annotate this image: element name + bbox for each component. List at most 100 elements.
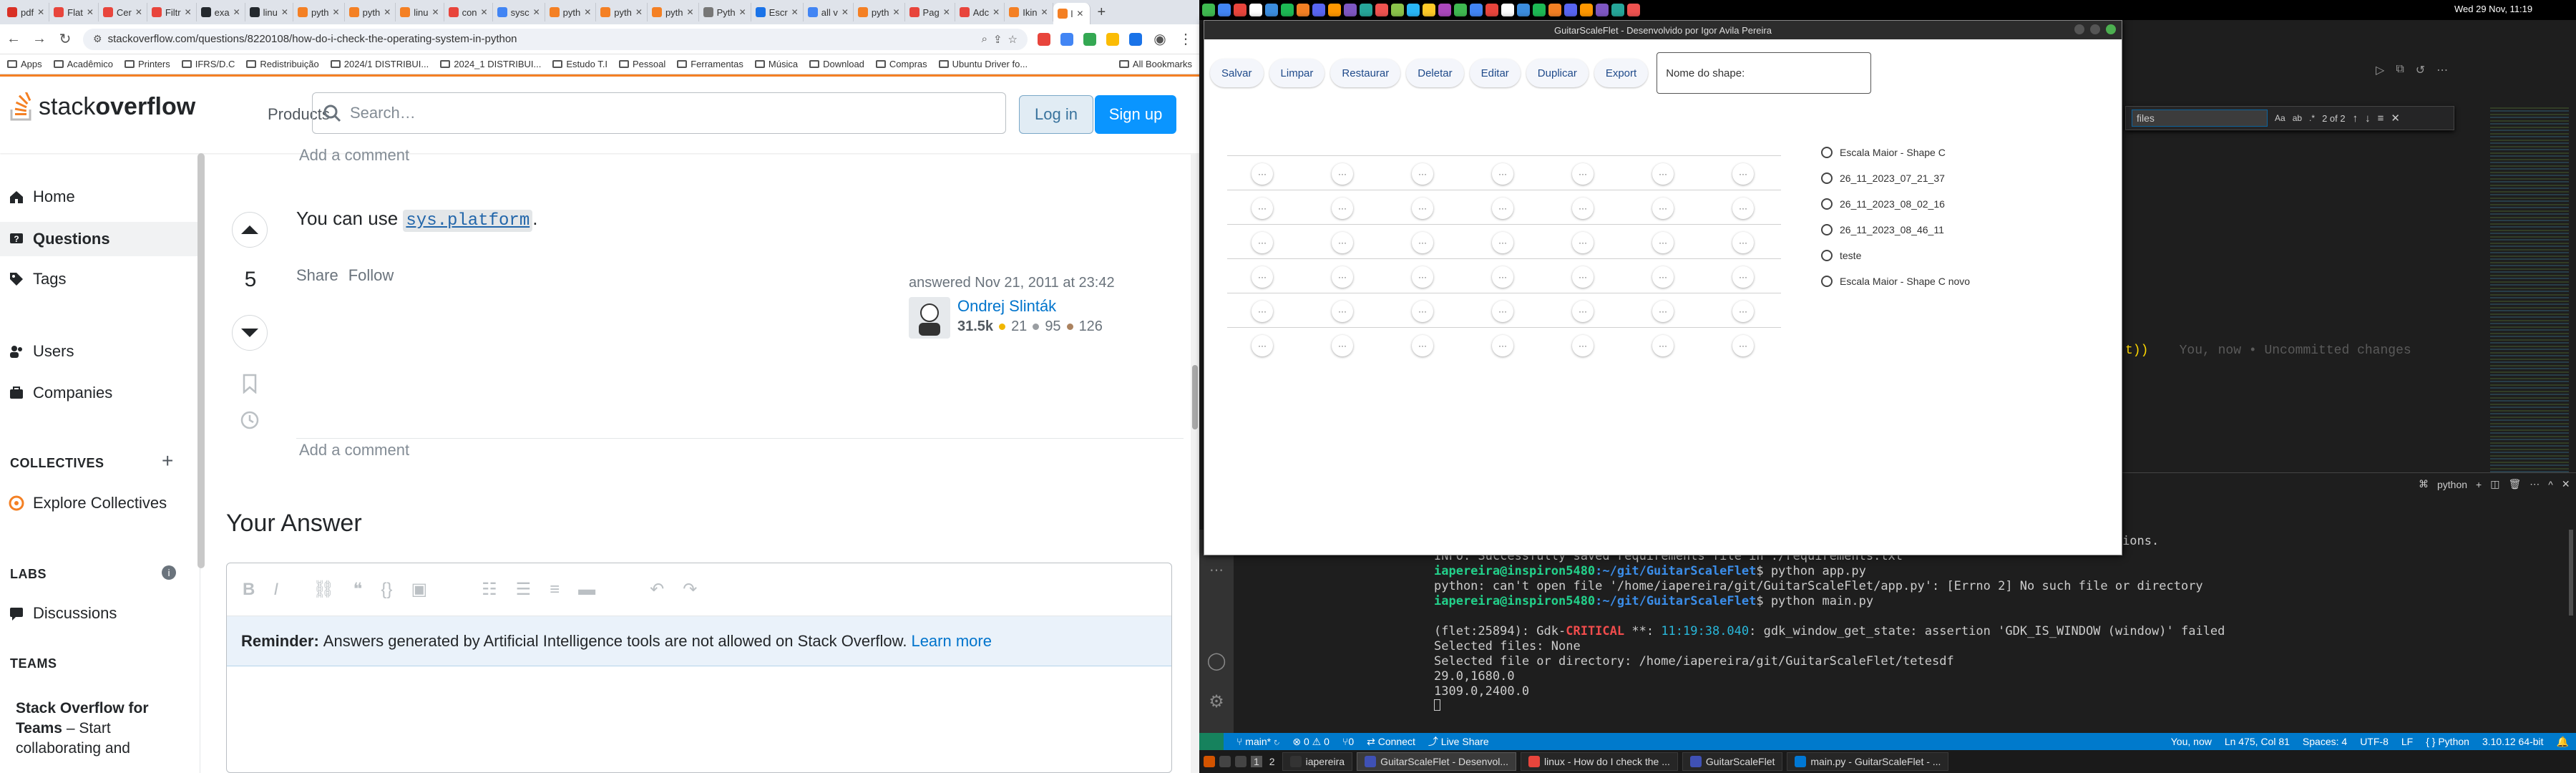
shape-radio[interactable]: 26_11_2023_07_21_37	[1821, 172, 1970, 184]
back-icon[interactable]: ←	[6, 31, 21, 47]
fret-cell-button[interactable]: ···	[1572, 266, 1594, 288]
python-version[interactable]: 3.10.12 64-bit	[2482, 736, 2544, 748]
page-scrollbar[interactable]	[1191, 153, 1199, 773]
url-input[interactable]: ⚙ stackoverflow.com/questions/8220108/ho…	[83, 28, 1028, 50]
tray-app-icon[interactable]	[1501, 4, 1514, 16]
delete-button[interactable]: Deletar	[1406, 59, 1464, 87]
split-terminal-icon[interactable]: ◫	[2490, 478, 2499, 490]
add-collective-icon[interactable]: +	[162, 449, 173, 472]
tray-app-icon[interactable]	[1564, 4, 1577, 16]
bookmark-item[interactable]: Compras	[875, 59, 927, 69]
fret-cell-button[interactable]: ···	[1732, 335, 1754, 356]
horizontal-rule-icon[interactable]: ▬	[578, 580, 595, 600]
tab-close-icon[interactable]: ✕	[37, 7, 44, 17]
terminal-shell-name[interactable]: python	[2437, 479, 2467, 490]
minimize-icon[interactable]	[2074, 24, 2084, 34]
nav-home[interactable]: Home	[9, 188, 75, 206]
more-icon[interactable]: ⋯	[1199, 561, 1234, 579]
bookmark-item[interactable]: Ubuntu Driver fo...	[938, 59, 1028, 69]
ports-indicator[interactable]: ⑂0	[1342, 736, 1354, 747]
tray-app-icon[interactable]	[1265, 4, 1278, 16]
fret-cell-button[interactable]: ···	[1492, 335, 1513, 356]
nav-discussions[interactable]: Discussions	[9, 604, 117, 623]
problems-indicator[interactable]: ⊗ 0 ⚠ 0	[1292, 736, 1330, 748]
workspace-button[interactable]: 1	[1251, 756, 1262, 767]
nav-companies[interactable]: Companies	[9, 384, 112, 402]
fret-cell-button[interactable]: ···	[1652, 198, 1674, 219]
bookmark-icon[interactable]	[242, 374, 258, 394]
browser-tab[interactable]: all v ✕	[804, 3, 854, 21]
fret-cell-button[interactable]: ···	[1412, 163, 1433, 185]
fret-cell-button[interactable]: ···	[1732, 266, 1754, 288]
previous-match-icon[interactable]: ↑	[2353, 112, 2358, 125]
answer-code-link[interactable]: sys.platform	[403, 210, 533, 232]
shape-radio[interactable]: 26_11_2023_08_46_11	[1821, 224, 1970, 235]
shape-radio[interactable]: teste	[1821, 250, 1970, 261]
code-icon[interactable]: {}	[381, 580, 392, 600]
fret-cell-button[interactable]: ···	[1652, 301, 1674, 322]
minimap[interactable]	[2490, 107, 2569, 472]
tab-close-icon[interactable]: ✕	[992, 7, 1000, 17]
browser-tab[interactable]: Cer ✕	[99, 3, 147, 21]
browser-tab[interactable]: l ✕	[1053, 3, 1091, 24]
tray-app-icon[interactable]	[1375, 4, 1388, 16]
bookmark-item[interactable]: 2024/1 DISTRIBUI...	[330, 59, 429, 69]
bookmark-item[interactable]: Redistribuição	[246, 59, 319, 69]
shape-radio[interactable]: Escala Maior - Shape C	[1821, 147, 1970, 158]
link-icon[interactable]: ⛓	[313, 579, 334, 600]
tab-close-icon[interactable]: ✕	[87, 7, 94, 17]
close-icon[interactable]	[2106, 24, 2116, 34]
taskbar-window[interactable]: GuitarScaleFlet - Desenvol...	[1357, 752, 1517, 771]
terminal-scrollbar[interactable]	[2569, 530, 2573, 616]
share-link[interactable]: Share	[296, 266, 338, 285]
tab-close-icon[interactable]: ✕	[281, 7, 288, 17]
tab-close-icon[interactable]: ✕	[584, 7, 591, 17]
tab-close-icon[interactable]: ✕	[185, 7, 192, 17]
fret-cell-button[interactable]: ···	[1332, 198, 1353, 219]
next-match-icon[interactable]: ↓	[2365, 112, 2371, 125]
language-mode[interactable]: { } Python	[2426, 736, 2469, 748]
add-comment-link[interactable]: Add a comment	[299, 146, 409, 165]
sidebar-scrollbar[interactable]	[197, 153, 205, 568]
tray-app-icon[interactable]	[1328, 4, 1341, 16]
fret-cell-button[interactable]: ···	[1412, 198, 1433, 219]
fret-cell-button[interactable]: ···	[1252, 232, 1273, 253]
tab-close-icon[interactable]: ✕	[791, 7, 799, 17]
tray-app-icon[interactable]	[1454, 4, 1467, 16]
unordered-list-icon[interactable]: ☰	[516, 579, 532, 600]
shape-radio[interactable]: 26_11_2023_08_02_16	[1821, 198, 1970, 210]
fret-cell-button[interactable]: ···	[1492, 232, 1513, 253]
profile-icon[interactable]: ◉	[1152, 30, 1168, 48]
find-input[interactable]: files	[2132, 110, 2268, 127]
match-case-icon[interactable]: Aa	[2275, 113, 2285, 123]
avatar[interactable]	[909, 297, 950, 339]
tray-app-icon[interactable]	[1234, 4, 1246, 16]
eol[interactable]: LF	[2401, 736, 2413, 748]
tray-app-icon[interactable]	[1407, 4, 1420, 16]
fret-cell-button[interactable]: ···	[1332, 232, 1353, 253]
nav-users[interactable]: Users	[9, 342, 74, 361]
history-icon[interactable]: ↺	[2416, 63, 2425, 77]
fret-cell-button[interactable]: ···	[1572, 163, 1594, 185]
bookmark-item[interactable]: 2024_1 DISTRIBUI...	[440, 59, 541, 69]
restore-button[interactable]: Restaurar	[1330, 59, 1401, 87]
image-icon[interactable]: ▣	[411, 579, 427, 600]
tray-app-icon[interactable]	[1580, 4, 1593, 16]
browser-tab[interactable]: pyth ✕	[648, 3, 699, 21]
fret-cell-button[interactable]: ···	[1652, 335, 1674, 356]
learn-more-link[interactable]: Learn more	[911, 632, 992, 651]
clear-button[interactable]: Limpar	[1269, 59, 1325, 87]
page-scrollbar-thumb[interactable]	[1192, 365, 1198, 429]
fret-cell-button[interactable]: ···	[1252, 163, 1273, 185]
browser-tab[interactable]: Pyth ✕	[699, 3, 751, 21]
redo-icon[interactable]: ↷	[683, 579, 697, 600]
run-icon[interactable]: ▷	[2376, 63, 2384, 77]
browser-tab[interactable]: Ikin ✕	[1005, 3, 1053, 21]
fret-cell-button[interactable]: ···	[1572, 232, 1594, 253]
browser-tab[interactable]: sysc ✕	[493, 3, 545, 21]
nav-explore-collectives[interactable]: Explore Collectives	[9, 494, 167, 512]
user-name-link[interactable]: Ondrej Slinták	[957, 297, 1103, 316]
live-share-button[interactable]: ⤴ Live Share	[1428, 734, 1489, 749]
cursor-position[interactable]: Ln 475, Col 81	[2225, 736, 2290, 748]
duplicate-button[interactable]: Duplicar	[1526, 59, 1589, 87]
